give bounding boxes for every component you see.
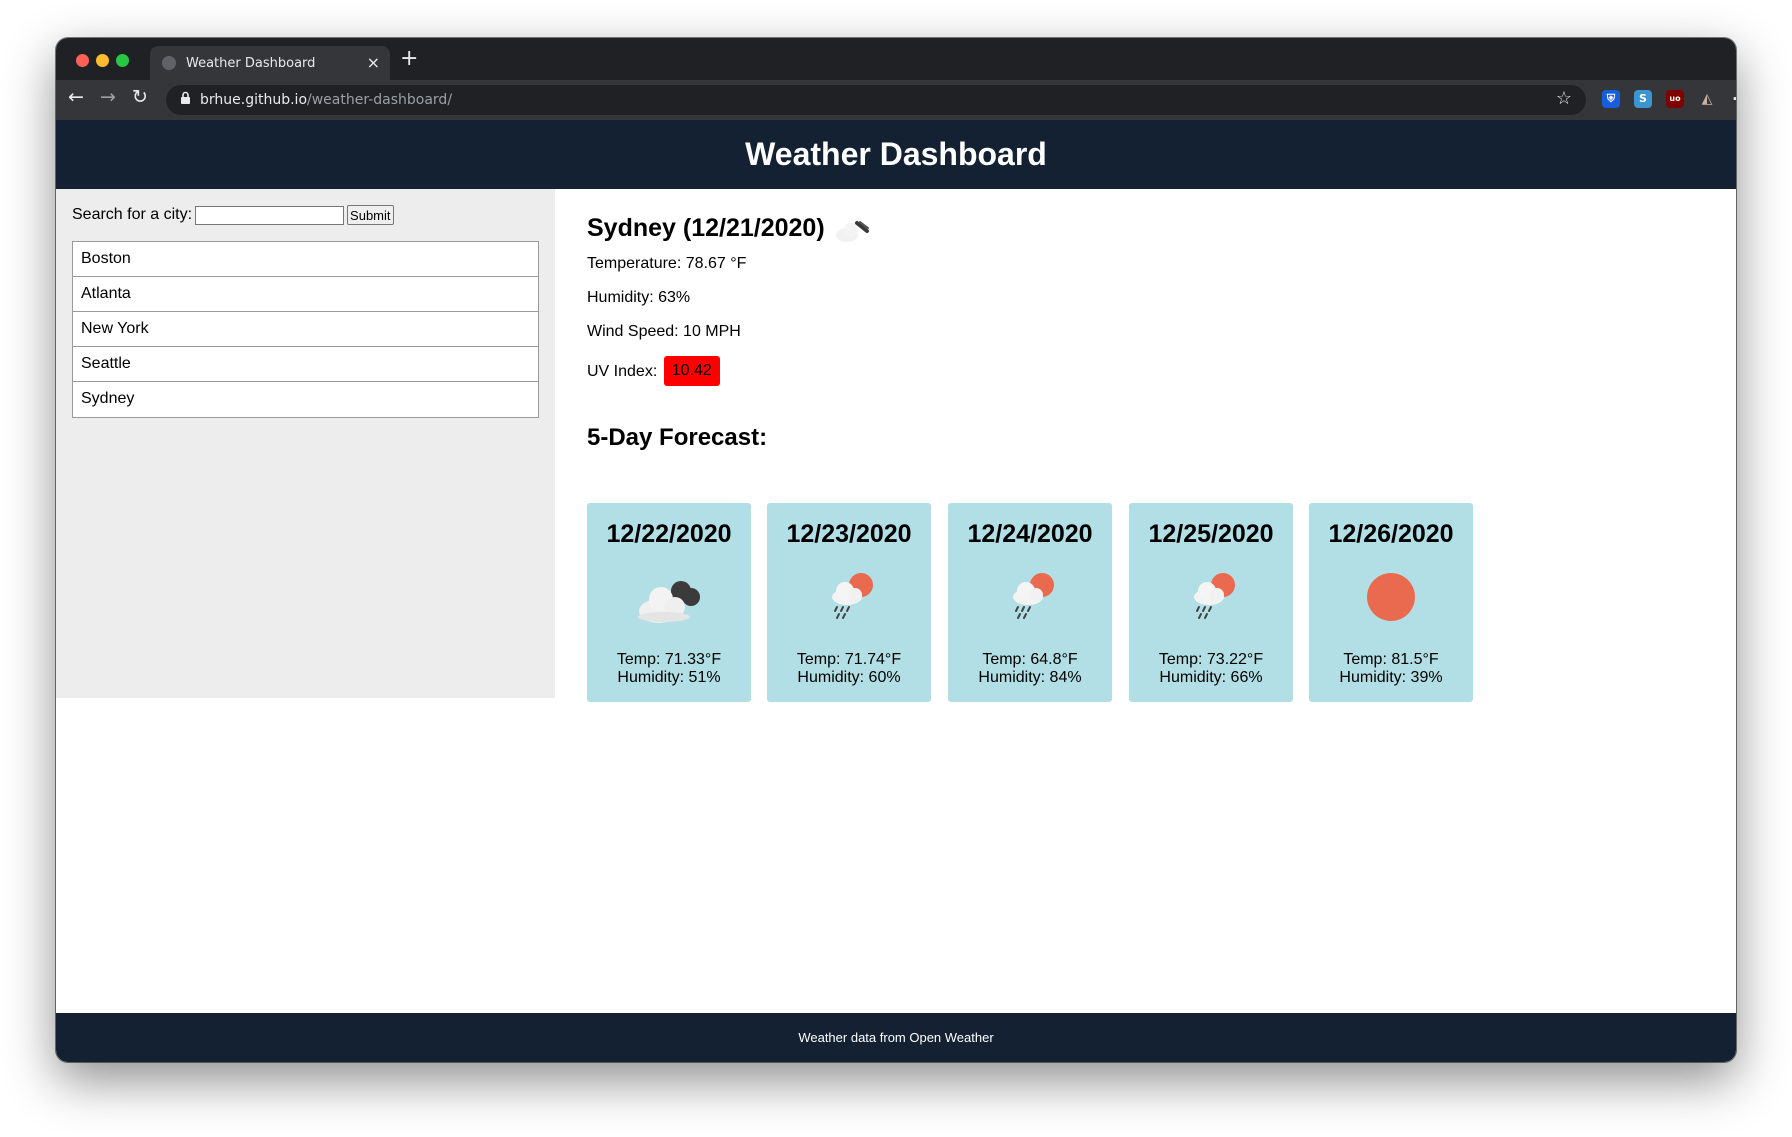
forecast-humidity: Humidity: 84% — [978, 669, 1082, 686]
forecast-date: 12/26/2020 — [1328, 520, 1454, 548]
uv-index-badge: 10.42 — [663, 356, 720, 386]
forecast-humidity: Humidity: 66% — [1159, 669, 1263, 686]
address-bar[interactable]: brhue.github.io/weather-dashboard/ ☆ — [166, 85, 1586, 115]
sun-rain-icon — [1013, 573, 1054, 619]
forecast-humidity: Humidity: 51% — [617, 669, 721, 686]
forecast-date: 12/22/2020 — [606, 520, 732, 548]
forecast-temp: Temp: 73.22°F — [1158, 651, 1264, 668]
reload-icon[interactable]: ↻ — [132, 86, 148, 108]
url-host: brhue.github.io — [200, 92, 308, 108]
city-history-item[interactable]: Atlanta — [73, 277, 538, 312]
url-path: /weather-dashboard/ — [307, 92, 453, 108]
forecast-temp: Temp: 64.8°F — [982, 651, 1078, 668]
search-label: Search for a city: — [72, 206, 193, 223]
current-wind-speed: Wind Speed: 10 MPH — [587, 323, 741, 340]
sun-rain-icon — [832, 573, 873, 619]
browser-window: Weather Dashboard × + ← → ↻ brhue.github… — [56, 38, 1736, 1062]
search-form: Search for a city: Submit — [72, 205, 394, 225]
close-tab-icon[interactable]: × — [367, 53, 380, 72]
simplenote-icon[interactable]: S — [1634, 90, 1652, 108]
partly-cloudy-icon — [836, 221, 869, 242]
forward-icon[interactable]: → — [100, 86, 116, 108]
forecast-card: 12/26/2020 Temp: 81.5°F Humidity: 39% — [1309, 503, 1473, 702]
forecast-card: 12/22/2020 Temp: 71.33°F Humidity: 51% — [587, 503, 751, 702]
broken-clouds-icon — [638, 581, 700, 623]
sun-rain-icon — [1194, 573, 1235, 619]
city-history-item[interactable]: Sydney — [73, 382, 538, 417]
maximize-window-button[interactable] — [116, 54, 129, 67]
page-title: Weather Dashboard — [745, 136, 1047, 172]
web-page: Weather Dashboard Search for a city: Subm… — [56, 120, 1736, 1062]
forecast-temp: Temp: 71.74°F — [796, 651, 902, 668]
search-sidebar: Search for a city: Submit Boston Atlanta … — [56, 189, 555, 698]
browser-toolbar: ← → ↻ brhue.github.io/weather-dashboard/… — [56, 80, 1736, 120]
tab-strip: Weather Dashboard × + — [56, 38, 1736, 80]
forecast-card: 12/23/2020 Temp: 71.74°F Humidity: 60% — [767, 503, 931, 702]
forecast-temp: Temp: 71.33°F — [616, 651, 722, 668]
forecast-date: 12/24/2020 — [967, 520, 1093, 548]
bookmark-star-icon[interactable]: ☆ — [1556, 88, 1572, 109]
app-header: Weather Dashboard — [56, 120, 1736, 189]
back-icon[interactable]: ← — [68, 86, 84, 108]
close-window-button[interactable] — [76, 54, 89, 67]
forecast-date: 12/23/2020 — [786, 520, 912, 548]
pet-extension-icon[interactable]: ◭ — [1698, 90, 1716, 108]
ublock-icon[interactable]: uo — [1666, 90, 1684, 108]
uv-label: UV Index: — [587, 363, 658, 380]
forecast-humidity: Humidity: 39% — [1339, 669, 1443, 686]
city-history-item[interactable]: Seattle — [73, 347, 538, 382]
forecast-date: 12/25/2020 — [1148, 520, 1274, 548]
globe-icon — [162, 56, 176, 70]
minimize-window-button[interactable] — [96, 54, 109, 67]
forecast-temp: Temp: 81.5°F — [1343, 651, 1439, 668]
city-history-item[interactable]: New York — [73, 312, 538, 347]
puzzle-icon[interactable]: ✚ — [1730, 90, 1736, 108]
city-history-item[interactable]: Boston — [73, 242, 538, 277]
forecast-title: 5-Day Forecast: — [587, 424, 768, 451]
current-temperature: Temperature: 78.67 °F — [587, 255, 747, 272]
forecast-humidity: Humidity: 60% — [797, 669, 901, 686]
tab-title: Weather Dashboard — [186, 56, 316, 71]
clear-sun-icon — [1367, 573, 1415, 621]
forecast-card: 12/25/2020 Temp: 73.22°F Humidity: 66% — [1129, 503, 1293, 702]
url-text[interactable]: brhue.github.io/weather-dashboard/ — [200, 92, 452, 108]
city-search-input[interactable] — [195, 205, 345, 225]
submit-button[interactable]: Submit — [347, 205, 394, 225]
bitwarden-icon[interactable]: ⛨ — [1602, 90, 1620, 108]
current-city-title: Sydney (12/21/2020) — [587, 214, 825, 242]
current-humidity: Humidity: 63% — [587, 289, 691, 306]
forecast-card: 12/24/2020 Temp: 64.8°F Humidity: 84% — [948, 503, 1112, 702]
browser-tab[interactable]: Weather Dashboard × — [150, 46, 390, 80]
lock-icon[interactable] — [180, 91, 191, 108]
current-uv-index: UV Index: 10.42 — [587, 356, 720, 387]
footer-credit: Weather data from Open Weather — [798, 1030, 994, 1045]
search-history-list: Boston Atlanta New York Seattle Sydney — [72, 241, 539, 418]
app-footer: Weather data from Open Weather — [56, 1013, 1736, 1062]
new-tab-button[interactable]: + — [400, 46, 418, 71]
